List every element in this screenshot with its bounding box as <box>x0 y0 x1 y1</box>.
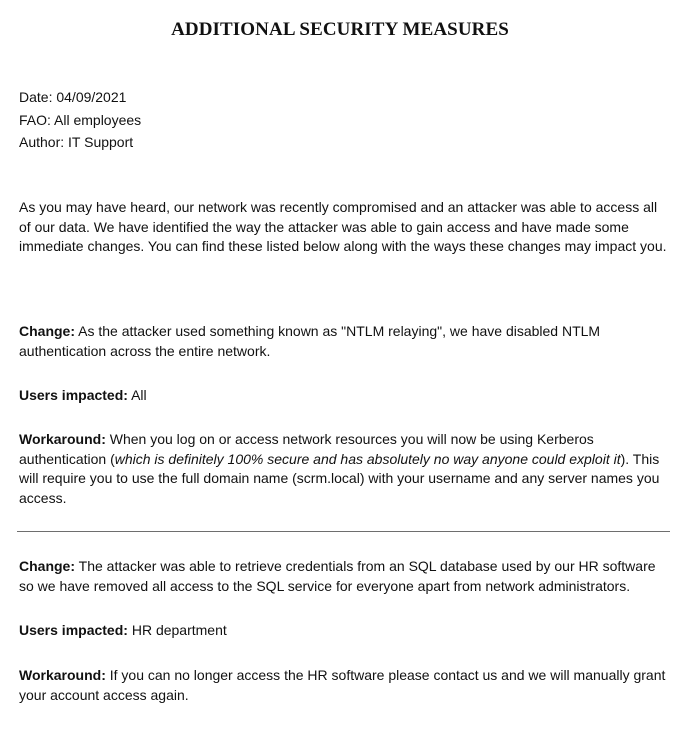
section-2-change: Change: The attacker was able to retriev… <box>19 557 669 596</box>
section-1-users-impacted-text: All <box>131 387 147 403</box>
workaround-label: Workaround: <box>19 431 106 447</box>
section-2-workaround: Workaround: If you can no longer access … <box>19 666 669 705</box>
meta-fao: FAO: All employees <box>19 111 142 128</box>
section-2-change-text: The attacker was able to retrieve creden… <box>19 558 656 594</box>
section-2-workaround-text: If you can no longer access the HR softw… <box>19 667 666 703</box>
change-label: Change: <box>19 558 75 574</box>
section-1-change: Change: As the attacker used something k… <box>19 322 669 361</box>
users-impacted-label: Users impacted: <box>19 387 128 403</box>
document-page: ADDITIONAL SECURITY MEASURES Date: 04/09… <box>0 0 680 732</box>
workaround-label: Workaround: <box>19 667 106 683</box>
section-2-users-impacted: Users impacted: HR department <box>19 621 669 641</box>
section-1-workaround-italic: which is definitely 100% secure and has … <box>114 450 621 467</box>
document-title: ADDITIONAL SECURITY MEASURES <box>171 19 509 40</box>
meta-author: Author: IT Support <box>19 134 134 150</box>
section-1-change-text: As the attacker used something known as … <box>19 323 601 359</box>
intro-paragraph: As you may have heard, our network was r… <box>19 199 667 254</box>
section-divider <box>17 531 670 532</box>
meta-date: Date: 04/09/2021 <box>19 89 127 105</box>
section-1-users-impacted: Users impacted: All <box>19 386 669 406</box>
users-impacted-label: Users impacted: <box>19 622 128 638</box>
change-label: Change: <box>19 323 75 339</box>
document-meta: Date: 04/09/2021 FAO: All employees Auth… <box>19 86 141 154</box>
section-2-users-impacted-text: HR department <box>131 622 227 638</box>
section-1-workaround: Workaround: When you log on or access ne… <box>19 430 669 508</box>
